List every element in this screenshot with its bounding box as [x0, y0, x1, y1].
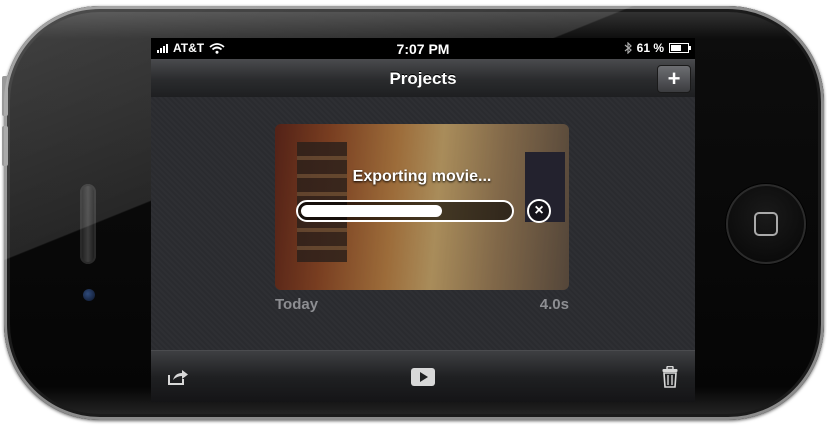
cancel-export-button[interactable]: ×	[527, 199, 551, 223]
delete-button[interactable]	[657, 365, 683, 389]
export-status-label: Exporting movie...	[352, 168, 492, 185]
battery-icon	[669, 43, 691, 53]
volume-up-button[interactable]	[2, 76, 8, 116]
close-circle-icon: ×	[534, 202, 544, 219]
project-duration: 4.0s	[539, 296, 569, 313]
earpiece-speaker	[80, 184, 96, 264]
status-bar: AT&T 7:07 PM 61 %	[151, 38, 695, 59]
projects-list: Exporting movie... × Today 4.0s	[151, 97, 695, 350]
export-progress-fill	[301, 205, 442, 217]
navigation-bar: Projects +	[151, 59, 695, 98]
battery-percent: 61 %	[636, 41, 664, 55]
project-date: Today	[275, 296, 319, 313]
front-camera	[83, 289, 95, 301]
screen: AT&T 7:07 PM 61 % Projects + Exporting m…	[151, 38, 695, 402]
export-progress-bar	[296, 200, 514, 222]
share-icon	[168, 370, 188, 385]
page-title: Projects	[389, 69, 457, 88]
status-time: 7:07 PM	[396, 41, 450, 57]
project-thumbnail[interactable]: Exporting movie... ×	[275, 124, 569, 290]
play-icon	[411, 368, 435, 386]
trash-icon	[662, 366, 678, 388]
play-button[interactable]	[410, 365, 436, 389]
home-button[interactable]	[726, 184, 806, 264]
bottom-toolbar	[151, 350, 695, 402]
home-square-icon	[754, 212, 778, 236]
share-button[interactable]	[165, 365, 191, 389]
bluetooth-icon	[624, 42, 632, 54]
volume-down-button[interactable]	[2, 126, 8, 166]
add-project-button[interactable]: +	[657, 65, 691, 93]
